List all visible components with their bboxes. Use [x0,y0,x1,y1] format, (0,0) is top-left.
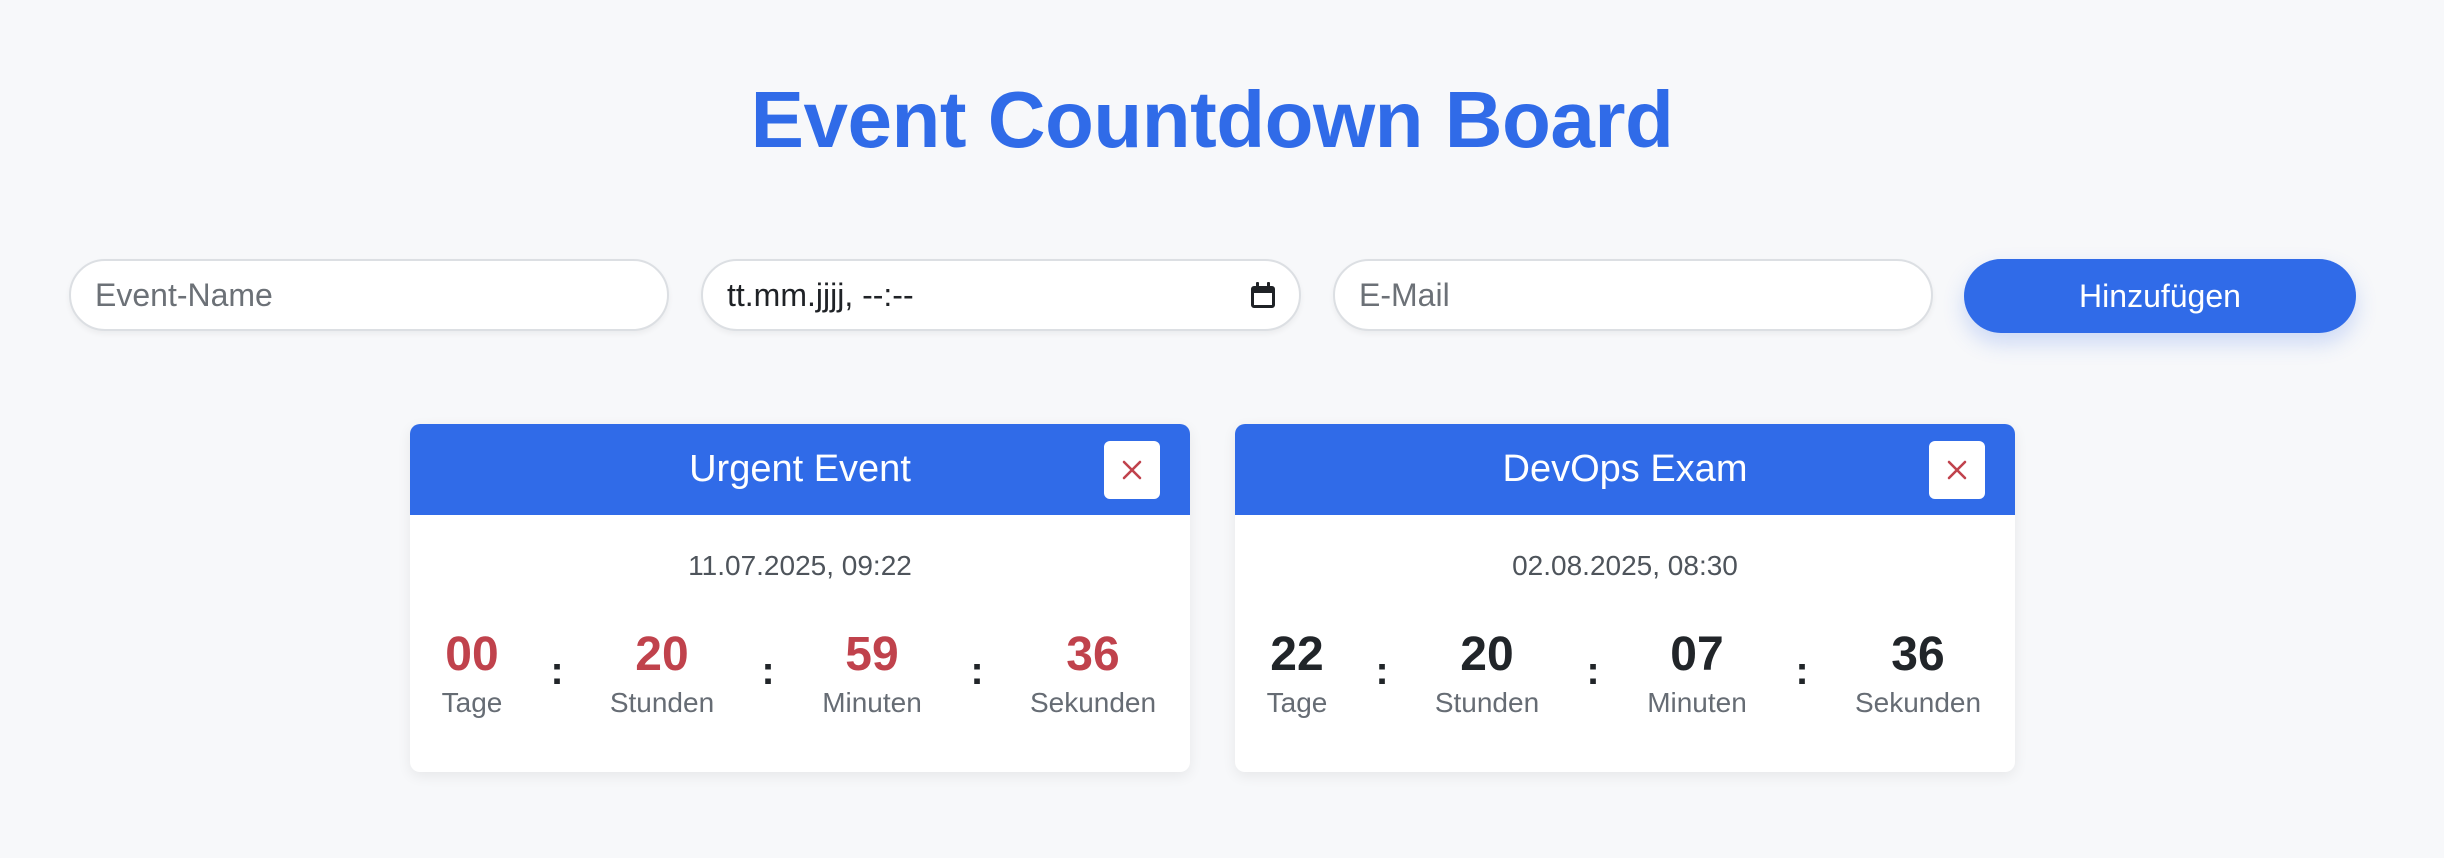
event-datetime: 02.08.2025, 08:30 [1512,550,1738,581]
countdown-days: 22 Tage [1267,627,1328,723]
seconds-label: Sekunden [1854,687,1982,718]
countdown: 22 Tage : 20 Stunden : 07 Minuten : 36 S… [1235,627,2015,737]
countdown-days: 00 Tage [442,627,503,723]
event-name-placeholder: Event-Name [95,276,273,313]
countdown-minutes: 59 Minuten [822,627,922,723]
minutes-label: Minuten [1647,687,1747,718]
email-input[interactable]: E-Mail [1333,259,1933,331]
event-name-input[interactable]: Event-Name [69,259,669,331]
minutes-value: 59 [845,628,899,681]
delete-event-button[interactable] [1929,441,1985,499]
event-title: Urgent Event [689,448,911,490]
days-label: Tage [441,687,503,718]
countdown-hours: 20 Stunden [610,627,714,723]
countdown-separator: : [970,649,984,693]
event-title: DevOps Exam [1502,448,1748,490]
countdown-seconds: 36 Sekunden [1855,627,1981,723]
email-placeholder: E-Mail [1359,276,1450,313]
seconds-value: 36 [1066,628,1120,681]
days-value: 22 [1270,628,1324,681]
countdown: 00 Tage : 20 Stunden : 59 Minuten : 36 S… [410,627,1190,737]
minutes-label: Minuten [822,687,922,718]
page-title: Event Countdown Board [750,75,1674,164]
event-card-header: Urgent Event [410,424,1190,515]
hours-value: 20 [1460,628,1514,681]
countdown-separator: : [761,649,775,693]
close-icon [1947,460,1967,480]
seconds-value: 36 [1891,628,1945,681]
countdown-seconds: 36 Sekunden [1030,627,1156,723]
delete-event-button[interactable] [1104,441,1160,499]
hours-label: Stunden [1434,687,1540,718]
event-card-header: DevOps Exam [1235,424,2015,515]
event-datetime: 11.07.2025, 09:22 [688,550,912,581]
countdown-hours: 20 Stunden [1435,627,1539,723]
event-card: Urgent Event 11.07.2025, 09:22 00 Tage :… [410,424,1190,772]
close-icon [1122,460,1142,480]
countdown-separator: : [1795,649,1809,693]
countdown-separator: : [1375,649,1389,693]
event-date-placeholder: tt.mm.jjjj, --:-- [727,276,914,313]
hours-label: Stunden [609,687,715,718]
event-card: DevOps Exam 02.08.2025, 08:30 22 Tage : … [1235,424,2015,772]
minutes-value: 07 [1670,628,1724,681]
add-event-button[interactable]: Hinzufügen [1964,259,2356,333]
days-value: 00 [445,628,499,681]
hours-value: 20 [635,628,689,681]
countdown-minutes: 07 Minuten [1647,627,1747,723]
days-label: Tage [1266,687,1328,718]
countdown-separator: : [1586,649,1600,693]
countdown-separator: : [550,649,564,693]
calendar-icon[interactable] [1251,282,1275,308]
seconds-label: Sekunden [1029,687,1157,718]
event-date-input[interactable]: tt.mm.jjjj, --:-- [701,259,1301,331]
